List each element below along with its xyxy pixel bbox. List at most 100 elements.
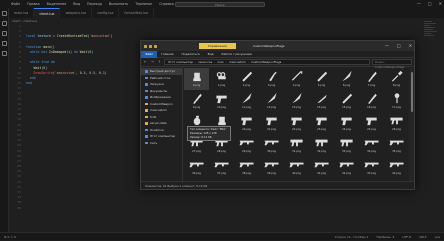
close-icon[interactable]: ✕	[439, 0, 442, 8]
status-item[interactable]: Lua	[431, 233, 444, 241]
editor-tab[interactable]: config.lua	[92, 8, 120, 18]
folder-icon[interactable]	[144, 44, 147, 48]
file-item[interactable]: 9.png	[184, 90, 209, 112]
status-item[interactable]: CRLF	[415, 233, 431, 241]
breadcrumb[interactable]: client › client.lua	[12, 19, 37, 23]
path-segment[interactable]: CustomWeaponFlags	[251, 60, 281, 64]
path-segment[interactable]: Этот компьютер	[168, 60, 193, 64]
status-item[interactable]: Пробелы: 4	[372, 233, 398, 241]
source-control-icon[interactable]	[2, 31, 7, 36]
file-item[interactable]: 6.png	[334, 68, 359, 90]
editor-tab[interactable]: fxmanifest.lua	[119, 8, 154, 18]
file-item[interactable]: 23.png	[309, 112, 334, 134]
new-folder-icon[interactable]	[154, 44, 157, 48]
ribbon-tab[interactable]: Главная	[157, 51, 178, 58]
file-item[interactable]: 34.png	[359, 134, 384, 156]
smg-icon	[289, 139, 303, 147]
file-item[interactable]: 35.png	[384, 134, 409, 156]
file-item[interactable]: 37.png	[209, 156, 234, 178]
editor-tab[interactable]: weapons.lua	[60, 8, 93, 18]
menu-item[interactable]: Вид	[73, 0, 80, 8]
file-item[interactable]: 15.png	[334, 90, 359, 112]
minimize-icon[interactable]: —	[417, 0, 421, 8]
minimize-icon[interactable]: —	[385, 41, 389, 51]
file-item[interactable]: 21.png	[259, 112, 284, 134]
file-item[interactable]: 42.png	[334, 156, 359, 178]
scroll-thumb[interactable]	[410, 72, 413, 112]
explorer-icon[interactable]	[2, 11, 7, 16]
file-item[interactable]: 13.png	[284, 90, 309, 112]
file-item[interactable]: 26.png	[384, 112, 409, 134]
maximize-icon[interactable]: □	[397, 41, 401, 51]
ribbon-tab[interactable]: Файл	[141, 50, 157, 58]
file-item[interactable]: 1.png	[209, 68, 234, 90]
close-icon[interactable]: ✕	[409, 41, 412, 51]
extensions-icon[interactable]	[2, 51, 7, 56]
file-item[interactable]: 40.png	[284, 156, 309, 178]
ribbon-tab[interactable]: Вид	[204, 51, 218, 58]
file-item[interactable]: 0.png	[184, 68, 209, 90]
minimap[interactable]	[424, 20, 438, 80]
status-item[interactable]: Строка 11, столбец 1	[331, 233, 373, 241]
explorer-search-input[interactable]: Поиск: CustomWeaponFlags	[372, 59, 412, 69]
menu-item[interactable]: Переход	[87, 0, 102, 8]
nav-item[interactable]: Сеть	[141, 140, 182, 147]
path-segment[interactable]: resources	[198, 60, 212, 64]
address-bar[interactable]: Этот компьютер › resources › max › maxcustom › C…	[164, 59, 370, 65]
forward-icon[interactable]: →	[150, 60, 155, 64]
folder-icon	[145, 115, 148, 118]
path-segment[interactable]: maxcustom	[229, 60, 246, 64]
manage-tab[interactable]: Управление	[199, 43, 236, 49]
file-item[interactable]: 5.png	[309, 68, 334, 90]
file-item[interactable]: 43.png	[359, 156, 384, 178]
editor-tab[interactable]: main.lua	[9, 8, 35, 18]
file-item[interactable]: 3.png	[259, 68, 284, 90]
command-search[interactable]: Поиск	[175, 1, 265, 7]
file-list-scrollbar[interactable]	[409, 68, 414, 182]
search-icon[interactable]	[2, 21, 7, 26]
file-item[interactable]: 36.png	[184, 156, 209, 178]
up-icon[interactable]: ↑	[157, 60, 162, 64]
ribbon-tab[interactable]: Работа с рисунками	[218, 51, 256, 58]
file-item[interactable]: 14.png	[309, 90, 334, 112]
file-item[interactable]: 41.png	[309, 156, 334, 178]
file-item[interactable]: 39.png	[259, 156, 284, 178]
file-item[interactable]: 32.png	[309, 134, 334, 156]
file-item[interactable]: 44.png	[384, 156, 409, 178]
ribbon-tab[interactable]: Поделиться	[178, 51, 204, 58]
file-item[interactable]: 25.png	[359, 112, 384, 134]
bottle-icon	[268, 71, 277, 82]
file-item[interactable]: 31.png	[284, 134, 309, 156]
file-item[interactable]: 22.png	[284, 112, 309, 134]
debug-icon[interactable]	[2, 41, 7, 46]
problems-indicator[interactable]: ⊗ 0 ⚠ 0	[0, 233, 20, 241]
back-icon[interactable]: ←	[143, 60, 148, 64]
file-item[interactable]: 4.png	[284, 68, 309, 90]
file-item[interactable]: 2.png	[234, 68, 259, 90]
knuckles-icon	[216, 72, 226, 80]
file-item[interactable]: 17.png	[384, 90, 409, 112]
maximize-icon[interactable]: □	[428, 0, 432, 8]
status-item[interactable]: UTF-8	[398, 233, 415, 241]
menu-item[interactable]: Справка	[159, 0, 174, 8]
menu-item[interactable]: Выполнить	[109, 0, 128, 8]
properties-icon[interactable]	[149, 44, 152, 48]
menu-item[interactable]: Выделение	[47, 0, 67, 8]
pistol-icon	[290, 117, 302, 126]
file-item[interactable]: 29.png	[234, 134, 259, 156]
editor-tab[interactable]: client.lua	[34, 8, 61, 18]
file-item[interactable]: 33.png	[334, 134, 359, 156]
file-item[interactable]: 7.png	[359, 68, 384, 90]
file-item[interactable]: 10.png	[209, 90, 234, 112]
menu-item[interactable]: Терминал	[135, 0, 152, 8]
file-item[interactable]: 16.png	[359, 90, 384, 112]
file-item[interactable]: 24.png	[334, 112, 359, 134]
file-item[interactable]: 38.png	[234, 156, 259, 178]
file-item[interactable]: 30.png	[259, 134, 284, 156]
file-item[interactable]: 11.png	[234, 90, 259, 112]
file-item[interactable]: 8.png	[384, 68, 409, 90]
menu-item[interactable]: Правка	[27, 0, 40, 8]
menu-item[interactable]: Файл	[11, 0, 20, 8]
file-item[interactable]: 12.png	[259, 90, 284, 112]
file-item[interactable]: 20.png	[234, 112, 259, 134]
